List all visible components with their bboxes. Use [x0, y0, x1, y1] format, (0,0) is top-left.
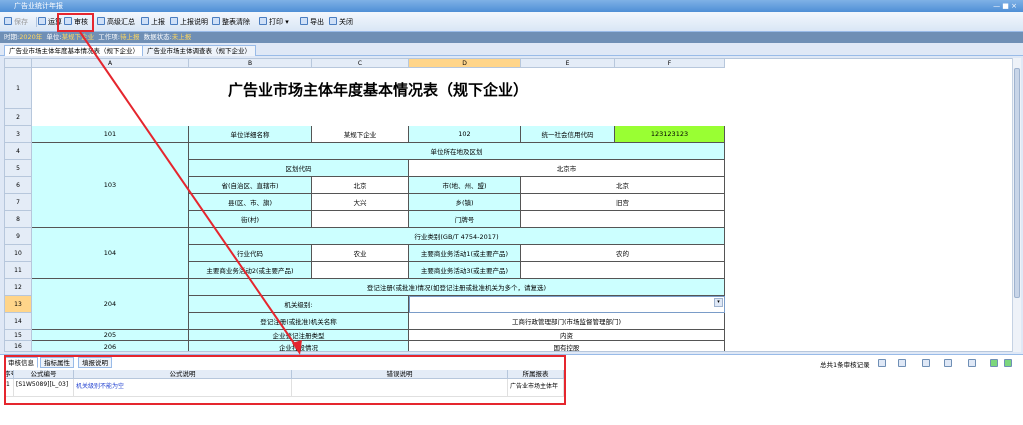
annotation-arrow	[79, 31, 302, 355]
arrow-line	[79, 31, 301, 353]
